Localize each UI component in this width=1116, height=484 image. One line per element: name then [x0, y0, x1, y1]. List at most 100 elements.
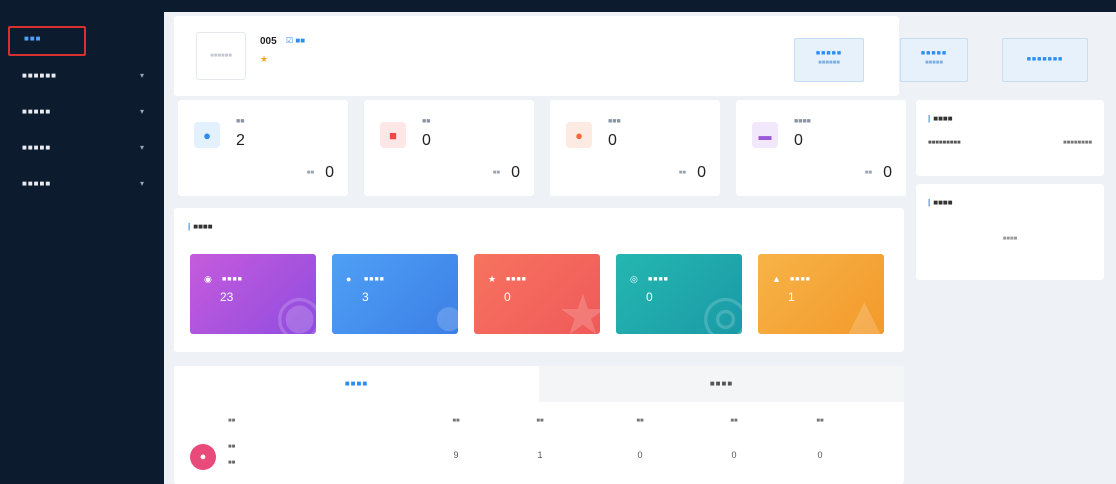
sidebar-home-label: ■■■	[24, 34, 42, 43]
star-icon: ★	[488, 274, 497, 284]
stat-value: 2	[236, 132, 245, 149]
stat-sub-value: 0	[883, 164, 892, 181]
top-button-sublabel: ■■■■■■	[818, 60, 840, 66]
column-header: ■■	[816, 418, 824, 424]
contact-empty-text: ■■■■	[1002, 236, 1018, 242]
contact-title-text: ■■■■	[933, 198, 953, 207]
tile-bg-icon: ●	[432, 284, 458, 334]
tab-my-activity[interactable]: ■■■■	[539, 366, 904, 402]
user-icon: ●	[566, 122, 592, 148]
sidebar-item-label: ■■■■■	[22, 107, 52, 116]
contact-card: | ■■■■ ■■■■	[916, 184, 1104, 280]
bulb-icon: ●	[190, 444, 216, 470]
cell-value: 9	[453, 450, 459, 460]
top-button-label: ■■■■■■■	[1026, 56, 1064, 63]
bottom-tabs-card: ■■■■ ■■■■ ■■ ■■ ■■ ■■ ■■ ■■ ● ■■ ■■ 9 1 …	[174, 366, 904, 484]
stat-name: ■■■	[608, 118, 621, 125]
stat-card-users: ● ■■■ 0 ■■ 0	[550, 100, 720, 196]
top-button-1[interactable]: ■■■■■ ■■■■■■	[794, 38, 864, 82]
tile-value: 23	[220, 290, 234, 304]
stat-card-messages: ▬ ■■■■ 0 ■■ 0	[736, 100, 906, 196]
stat-sub-value: 0	[697, 164, 706, 181]
icon-glyph: ●	[203, 127, 211, 143]
star-icon: ★	[260, 54, 269, 64]
column-header: ■■	[636, 418, 644, 424]
sidebar-item-home[interactable]: ■■■	[8, 26, 86, 56]
analysis-tile-views[interactable]: ◉ ■■■■ 23 ◉	[190, 254, 316, 334]
sidebar-item-2[interactable]: ■■■■■ ▾	[0, 104, 164, 120]
tile-value: 3	[362, 290, 369, 304]
tile-label: ■■■■	[222, 276, 243, 283]
analysis-tile-likes[interactable]: ▲ ■■■■ 1 ▲	[758, 254, 884, 334]
icon-glyph: ■	[389, 127, 397, 143]
stat-value: 0	[794, 132, 803, 149]
system-notice-row[interactable]: ■■■■■■■■■	[928, 140, 961, 146]
gift-icon: ■	[380, 122, 406, 148]
column-header: ■■	[730, 418, 738, 424]
data-analysis-card: | ■■■■ ◉ ■■■■ 23 ◉ ● ■■■■ 3 ● ★ ■■■■ 0 ★ …	[174, 208, 904, 352]
sidebar-item-label: ■■■■■	[22, 143, 52, 152]
sidebar-item-3[interactable]: ■■■■■ ▾	[0, 140, 164, 156]
stat-sub-value: 0	[325, 164, 334, 181]
stat-name: ■■	[236, 118, 245, 125]
shop-logo-text: ■■■■■■	[210, 53, 232, 59]
stat-sub-label: ■■	[678, 170, 686, 176]
shop-header: ■■■■■■ 005 ☑ ■■ ★ ■■■■■ ■■■■■■ ■■■■■ ■■■…	[174, 16, 1088, 96]
analysis-title: | ■■■■	[188, 222, 213, 231]
analysis-title-text: ■■■■	[193, 222, 213, 231]
user-icon: ●	[346, 274, 352, 284]
tab-my-overview[interactable]: ■■■■	[174, 366, 539, 402]
top-bar	[0, 0, 1116, 12]
shop-name: 005	[260, 36, 277, 47]
main-content: ■■■■■■ 005 ☑ ■■ ★ ■■■■■ ■■■■■■ ■■■■■ ■■■…	[164, 12, 1116, 484]
tile-bg-icon: ★	[557, 283, 600, 334]
stat-sub-label: ■■	[492, 170, 500, 176]
cell-value: 0	[637, 450, 643, 460]
row-label-2: ■■	[228, 460, 236, 466]
analysis-tile-shares[interactable]: ◎ ■■■■ 0 ◎	[616, 254, 742, 334]
system-notice-title: | ■■■■	[928, 114, 953, 123]
sidebar-item-4[interactable]: ■■■■■ ▾	[0, 176, 164, 192]
shop-logo: ■■■■■■	[196, 32, 246, 80]
share-icon: ◎	[630, 274, 638, 284]
chevron-down-icon: ▾	[140, 71, 145, 80]
analysis-tile-visitors[interactable]: ● ■■■■ 3 ●	[332, 254, 458, 334]
tile-label: ■■■■	[506, 276, 527, 283]
icon-glyph: ●	[575, 127, 583, 143]
tile-label: ■■■■	[648, 276, 669, 283]
chevron-down-icon: ▾	[140, 107, 145, 116]
top-button-2[interactable]: ■■■■■ ■■■■■	[900, 38, 968, 82]
chat-icon: ▬	[752, 122, 778, 148]
stat-sub-label: ■■	[864, 170, 872, 176]
stat-sub-label: ■■	[306, 170, 314, 176]
sidebar: ■■■ ■■■■■■ ▾ ■■■■■ ▾ ■■■■■ ▾ ■■■■■ ▾	[0, 12, 164, 484]
stat-sub-value: 0	[511, 164, 520, 181]
chevron-down-icon: ▾	[140, 179, 145, 188]
tile-value: 0	[646, 290, 653, 304]
top-button-3[interactable]: ■■■■■■■	[1002, 38, 1088, 82]
stat-value: 0	[422, 132, 431, 149]
top-button-label: ■■■■■	[815, 50, 843, 57]
edit-shop-link[interactable]: ☑ ■■	[286, 36, 305, 45]
column-header: ■■	[228, 418, 236, 424]
system-notice-title-text: ■■■■	[933, 114, 953, 123]
analysis-tile-favorites[interactable]: ★ ■■■■ 0 ★	[474, 254, 600, 334]
cell-value: 0	[817, 450, 823, 460]
sidebar-item-1[interactable]: ■■■■■■ ▾	[0, 68, 164, 84]
eye-icon: ●	[194, 122, 220, 148]
tile-value: 1	[788, 290, 795, 304]
stat-name: ■■■■	[794, 118, 811, 125]
cell-value: 0	[731, 450, 737, 460]
system-notice-date: ■■■■■■■■	[1063, 140, 1092, 146]
top-button-sublabel: ■■■■■	[924, 60, 944, 66]
tile-label: ■■■■	[364, 276, 385, 283]
tile-value: 0	[504, 290, 511, 304]
row-label-1: ■■	[228, 444, 236, 450]
sidebar-item-label: ■■■■■■	[22, 71, 57, 80]
eye-icon: ◉	[204, 274, 212, 284]
thumb-icon: ▲	[772, 274, 781, 284]
stat-value: 0	[608, 132, 617, 149]
top-button-label: ■■■■■	[920, 50, 948, 57]
column-header: ■■	[452, 418, 460, 424]
tile-bg-icon: ◎	[701, 283, 742, 334]
